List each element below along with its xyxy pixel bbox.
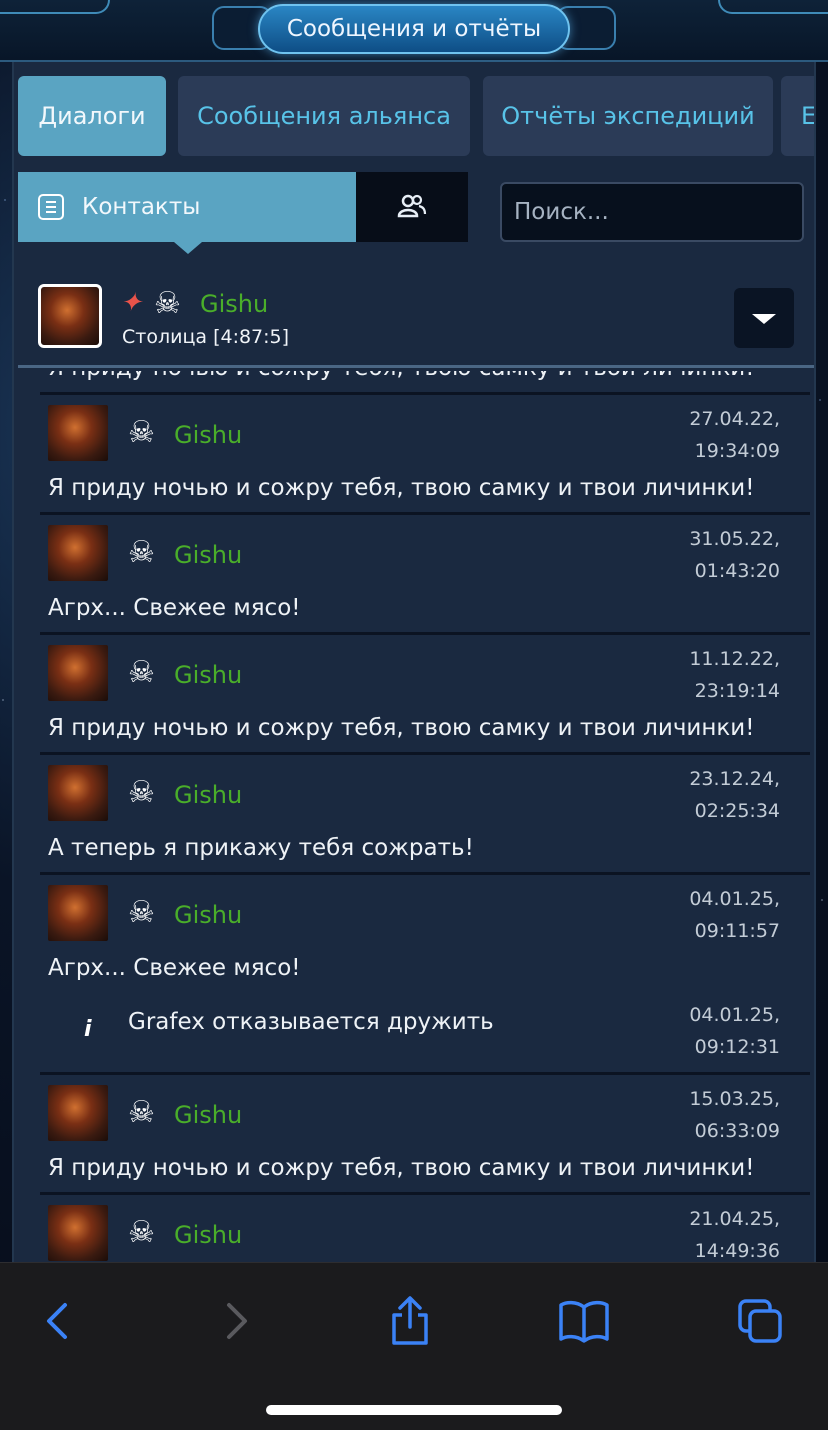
share-icon bbox=[392, 1296, 428, 1345]
sender-avatar[interactable] bbox=[48, 765, 108, 821]
sender-avatar[interactable] bbox=[48, 885, 108, 941]
messages-panel: Диалоги Сообщения альянса Отчёты экспеди… bbox=[12, 62, 816, 1262]
sender-avatar[interactable] bbox=[48, 525, 108, 581]
message-text: А теперь я прикажу тебя сожрать! bbox=[48, 835, 474, 861]
title-bar: Сообщения и отчёты bbox=[0, 0, 828, 62]
message-timestamp: 04.01.25, 09:12:31 bbox=[689, 1004, 780, 1058]
sender-avatar[interactable] bbox=[48, 1205, 108, 1261]
message-timestamp: 23.12.24, 02:25:34 bbox=[689, 768, 780, 822]
contacts-label: Контакты bbox=[82, 194, 201, 220]
frame-ornament-right bbox=[718, 0, 828, 14]
sender-avatar[interactable] bbox=[48, 405, 108, 461]
book-icon bbox=[559, 1300, 609, 1343]
share-button[interactable] bbox=[380, 1291, 440, 1351]
skull-icon: ☠ bbox=[128, 535, 155, 570]
skull-icon: ☠ bbox=[128, 775, 155, 810]
divider bbox=[40, 1192, 810, 1195]
active-tab-pointer bbox=[174, 242, 202, 254]
skull-icon: ☠ bbox=[154, 286, 181, 321]
group-contacts-tab[interactable] bbox=[356, 172, 468, 242]
skull-icon: ☠ bbox=[128, 1095, 155, 1130]
message-text: Я приду ночью и сожру тебя, твою самку и… bbox=[48, 371, 754, 381]
divider bbox=[40, 872, 810, 875]
tabs-button[interactable] bbox=[730, 1291, 790, 1351]
tab-expedition-reports[interactable]: Отчёты экспедиций bbox=[483, 76, 773, 156]
divider bbox=[40, 1072, 810, 1075]
group-users-icon bbox=[397, 194, 427, 218]
sender-avatar[interactable] bbox=[48, 645, 108, 701]
contact-location[interactable]: Столица [4:87:5] bbox=[122, 326, 289, 348]
tab-dialogs[interactable]: Диалоги bbox=[18, 76, 166, 156]
chevron-down-icon[interactable] bbox=[734, 288, 794, 348]
message-text: Я приду ночью и сожру тебя, твою самку и… bbox=[48, 715, 755, 741]
tabs-icon bbox=[738, 1299, 782, 1343]
message-text: Я приду ночью и сожру тебя, твою самку и… bbox=[48, 1155, 755, 1181]
message-timestamp: 27.04.22, 19:34:09 bbox=[689, 408, 780, 462]
tab-alliance-messages[interactable]: Сообщения альянса bbox=[178, 76, 470, 156]
divider bbox=[40, 632, 810, 635]
chevron-right-icon bbox=[227, 1303, 247, 1339]
page-title: Сообщения и отчёты bbox=[258, 4, 570, 54]
bookmarks-button[interactable] bbox=[554, 1291, 614, 1351]
outlaw-flag-icon: ✦ bbox=[117, 288, 148, 318]
message-timestamp: 11.12.22, 23:19:14 bbox=[689, 648, 780, 702]
info-icon: i bbox=[84, 1017, 92, 1042]
message-timestamp: 21.04.25, 14:49:36 bbox=[689, 1208, 780, 1262]
message-list[interactable]: Я приду ночью и сожру тебя, твою самку и… bbox=[18, 371, 814, 1262]
skull-icon: ☠ bbox=[128, 415, 155, 450]
sender-name[interactable]: Gishu bbox=[174, 541, 242, 569]
address-book-icon bbox=[38, 194, 64, 220]
message-text: Агрх... Свежее мясо! bbox=[48, 595, 301, 621]
divider bbox=[40, 392, 810, 395]
sender-name[interactable]: Gishu bbox=[174, 1101, 242, 1129]
tab-bar: Диалоги Сообщения альянса Отчёты экспеди… bbox=[18, 74, 814, 158]
forward-button[interactable] bbox=[206, 1291, 266, 1351]
skull-icon: ☠ bbox=[128, 895, 155, 930]
sender-name[interactable]: Gishu bbox=[174, 661, 242, 689]
contacts-toolbar: Контакты bbox=[18, 172, 814, 254]
message-text: Я приду ночью и сожру тебя, твою самку и… bbox=[48, 475, 755, 501]
search-input[interactable] bbox=[500, 182, 804, 242]
sender-name[interactable]: Gishu bbox=[174, 781, 242, 809]
message-timestamp: 31.05.22, 01:43:20 bbox=[689, 528, 780, 582]
conversation-header: ✦ ☠ Gishu Столица [4:87:5] bbox=[18, 268, 814, 368]
sender-name[interactable]: Gishu bbox=[174, 421, 242, 449]
sender-name[interactable]: Gishu bbox=[174, 901, 242, 929]
divider bbox=[40, 512, 810, 515]
system-message-text: Grafex отказывается дружить bbox=[128, 1009, 494, 1035]
skull-icon: ☠ bbox=[128, 655, 155, 690]
divider bbox=[40, 752, 810, 755]
message-timestamp: 04.01.25, 09:11:57 bbox=[689, 888, 780, 942]
contact-name[interactable]: Gishu bbox=[200, 290, 268, 318]
home-indicator bbox=[266, 1405, 562, 1415]
frame-ornament-left bbox=[0, 0, 110, 14]
skull-icon: ☠ bbox=[128, 1215, 155, 1250]
message-timestamp: 15.03.25, 06:33:09 bbox=[689, 1088, 780, 1142]
contacts-tab[interactable]: Контакты bbox=[18, 172, 356, 242]
contact-avatar[interactable] bbox=[38, 284, 102, 348]
sender-name[interactable]: Gishu bbox=[174, 1221, 242, 1249]
chevron-left-icon bbox=[47, 1303, 67, 1339]
sender-avatar[interactable] bbox=[48, 1085, 108, 1141]
back-button[interactable] bbox=[28, 1291, 88, 1351]
message-text: Агрх... Свежее мясо! bbox=[48, 955, 301, 981]
tab-more[interactable]: E bbox=[781, 76, 814, 156]
browser-toolbar bbox=[0, 1262, 828, 1430]
